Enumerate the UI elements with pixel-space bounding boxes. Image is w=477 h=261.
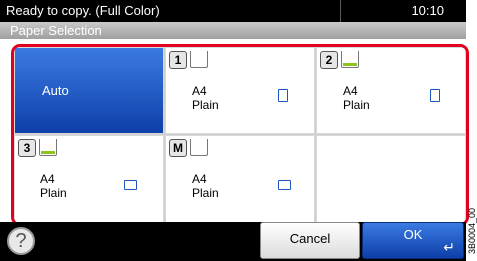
portrait-orientation-icon (278, 89, 288, 102)
paper-type: Plain (343, 98, 370, 112)
figure-code: 3B0004_00 (466, 200, 477, 261)
help-icon: ? (15, 229, 27, 252)
paper-size: A4 (192, 84, 207, 98)
clock: 10:10 (411, 3, 444, 18)
paper-type: Plain (40, 186, 67, 200)
screen-title: Paper Selection (10, 23, 102, 38)
tile-tray-1[interactable]: 1 A4 Plain (165, 47, 315, 134)
tile-auto[interactable]: Auto (14, 47, 164, 134)
tile-empty (316, 135, 466, 223)
paper-selection-grid: Auto 1 A4 Plain 2 A4 Plain 3 A4 Plain M … (11, 44, 469, 226)
paper-size: A4 (40, 172, 55, 186)
ok-label: OK (403, 227, 423, 242)
landscape-orientation-icon (278, 180, 291, 190)
paper-info: A4 Plain (192, 172, 219, 200)
landscape-orientation-icon (124, 180, 137, 190)
tile-auto-label: Auto (42, 83, 69, 98)
status-bar: Ready to copy. (Full Color) 10:10 (0, 0, 466, 22)
paper-level-icon (39, 139, 57, 156)
tray-number: 1 (169, 51, 187, 69)
bottom-bar: ? Cancel OK ↵ (0, 222, 466, 261)
paper-type: Plain (192, 98, 219, 112)
tray-number: 2 (320, 51, 338, 69)
tray-1-badge: 1 (169, 51, 208, 69)
portrait-orientation-icon (430, 89, 440, 102)
enter-icon: ↵ (443, 239, 455, 255)
tray-number: M (169, 139, 187, 157)
tile-tray-3[interactable]: 3 A4 Plain (14, 135, 164, 223)
cancel-button[interactable]: Cancel (260, 222, 360, 259)
help-button[interactable]: ? (7, 227, 35, 255)
status-message: Ready to copy. (Full Color) (6, 3, 160, 18)
paper-size: A4 (343, 84, 358, 98)
status-divider (340, 0, 341, 22)
ok-button[interactable]: OK ↵ (362, 222, 464, 259)
paper-size: A4 (192, 172, 207, 186)
tray-2-badge: 2 (320, 51, 359, 69)
paper-type: Plain (192, 186, 219, 200)
paper-level-icon (190, 51, 208, 68)
paper-level-icon (190, 139, 208, 156)
paper-info: A4 Plain (40, 172, 67, 200)
tray-3-badge: 3 (18, 139, 57, 157)
tile-mp-tray[interactable]: M A4 Plain (165, 135, 315, 223)
mp-tray-badge: M (169, 139, 208, 157)
paper-info: A4 Plain (192, 84, 219, 112)
screen-title-bar: Paper Selection (0, 22, 466, 39)
paper-level-icon (341, 51, 359, 68)
tile-tray-2[interactable]: 2 A4 Plain (316, 47, 466, 134)
paper-info: A4 Plain (343, 84, 370, 112)
figure-code-text: 3B0004_00 (467, 207, 477, 255)
tray-number: 3 (18, 139, 36, 157)
